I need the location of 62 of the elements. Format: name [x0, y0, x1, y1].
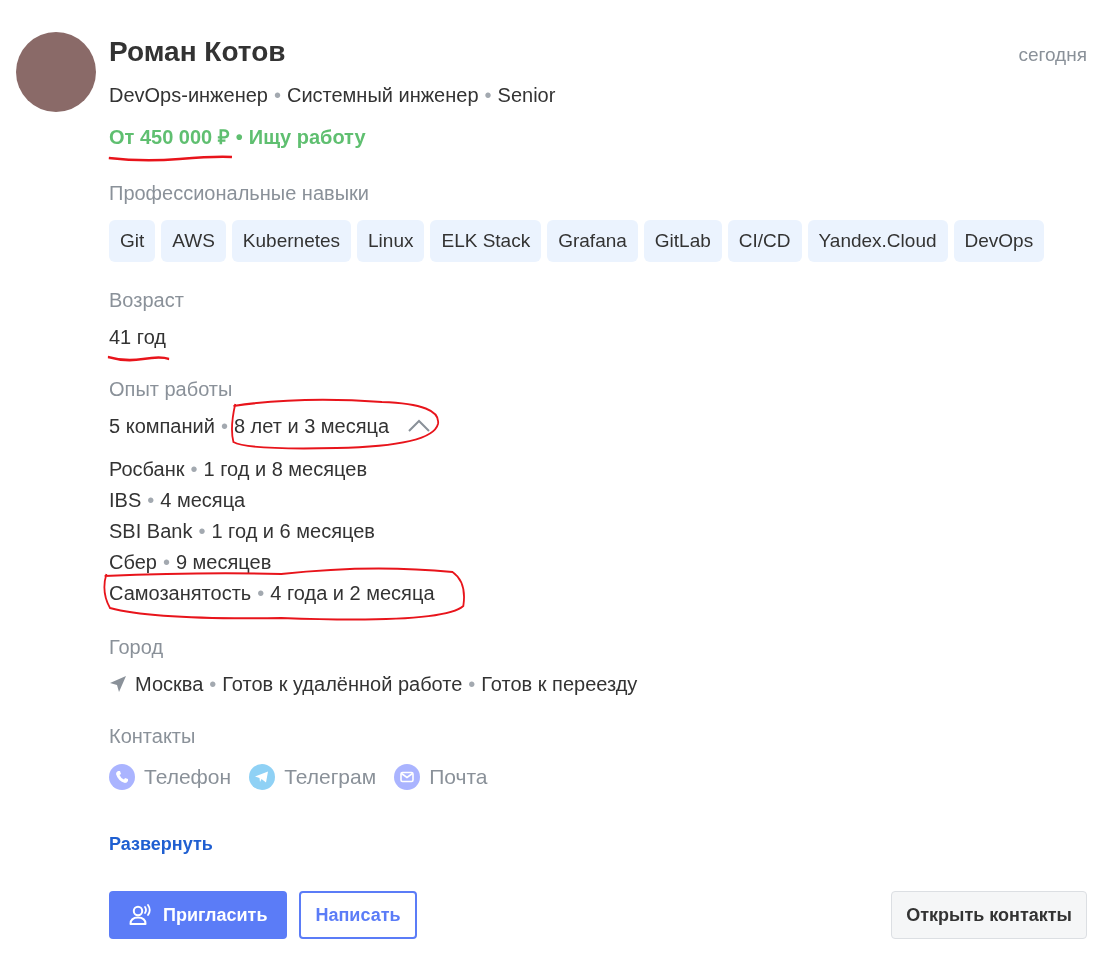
company-name: Сбер [109, 550, 157, 575]
envelope-icon [394, 764, 421, 790]
chevron-up-icon [407, 419, 432, 433]
open-contacts-button[interactable]: Открыть контакты [891, 891, 1087, 939]
company-duration: 9 месяцев [175, 550, 272, 575]
separator-dot: • [257, 581, 265, 606]
expand-link[interactable]: Развернуть [109, 834, 213, 855]
position-text: DevOps-инженер [109, 83, 268, 108]
position-text: Senior [497, 83, 556, 108]
skill-tag: AWS [161, 220, 226, 262]
phone-icon [109, 764, 135, 790]
company-duration: 1 год и 8 месяцев [203, 457, 368, 482]
separator-dot: • [209, 672, 217, 697]
location-arrow-icon [109, 675, 127, 693]
contact-link[interactable]: Почта [429, 765, 488, 789]
company-name: SBI Bank [109, 519, 193, 544]
companies-count-text: 5 компаний [109, 414, 215, 439]
skill-tag: GitLab [643, 220, 722, 262]
job-status-text: Ищу работу [248, 125, 366, 150]
skill-tag: CI/CD [727, 220, 802, 262]
experience-total-text: 8 лет и 3 месяца [233, 414, 390, 439]
skill-tag: DevOps [953, 220, 1045, 262]
contact-link[interactable]: Телеграм [284, 765, 377, 789]
city-text: Москва [135, 672, 204, 697]
position-text: Системный инженер [286, 83, 479, 108]
section-label: Опыт работы [109, 377, 234, 402]
skill-tag: Kubernetes [231, 220, 352, 262]
age-text: 41 год [109, 325, 166, 350]
company-duration: 1 год и 6 месяцев [211, 519, 375, 544]
skill-tag: ELK Stack [430, 220, 542, 262]
separator-dot: • [147, 488, 155, 513]
salary-text: От 450 000 ₽ [109, 125, 230, 150]
separator-dot: • [190, 457, 198, 482]
write-button[interactable]: Написать [299, 891, 417, 939]
date-label: сегодня [1018, 44, 1087, 66]
skill-tag: Grafana [547, 220, 638, 262]
separator-dot: • [220, 414, 228, 439]
city-text: Готов к переезду [481, 672, 638, 697]
skill-tag: Linux [357, 220, 425, 262]
section-label: Контакты [109, 724, 197, 749]
company-name: IBS [109, 488, 142, 513]
contact-link[interactable]: Телефон [144, 765, 232, 789]
invite-button[interactable]: Пригласить [109, 891, 288, 939]
section-label: Возраст [109, 288, 185, 313]
paper-plane-icon [249, 764, 276, 790]
separator-dot: • [235, 125, 243, 150]
person-sound-icon [129, 904, 153, 926]
candidate-name: Роман Котов [109, 35, 286, 69]
separator-dot: • [273, 83, 281, 108]
separator-dot: • [162, 550, 170, 575]
city-text: Готов к удалённой работе [222, 672, 463, 697]
section-label: Профессиональные навыки [109, 181, 370, 206]
separator-dot: • [468, 672, 476, 697]
skill-tag: Git [109, 220, 156, 262]
separator-dot: • [198, 519, 206, 544]
section-label: Город [109, 635, 165, 660]
company-name: Самозанятость [109, 581, 252, 606]
company-duration: 4 месяца [160, 488, 246, 513]
skill-tag: Yandex.Cloud [807, 220, 948, 262]
separator-dot: • [484, 83, 492, 108]
company-duration: 4 года и 2 месяца [270, 581, 435, 606]
company-name: Росбанк [109, 457, 185, 482]
